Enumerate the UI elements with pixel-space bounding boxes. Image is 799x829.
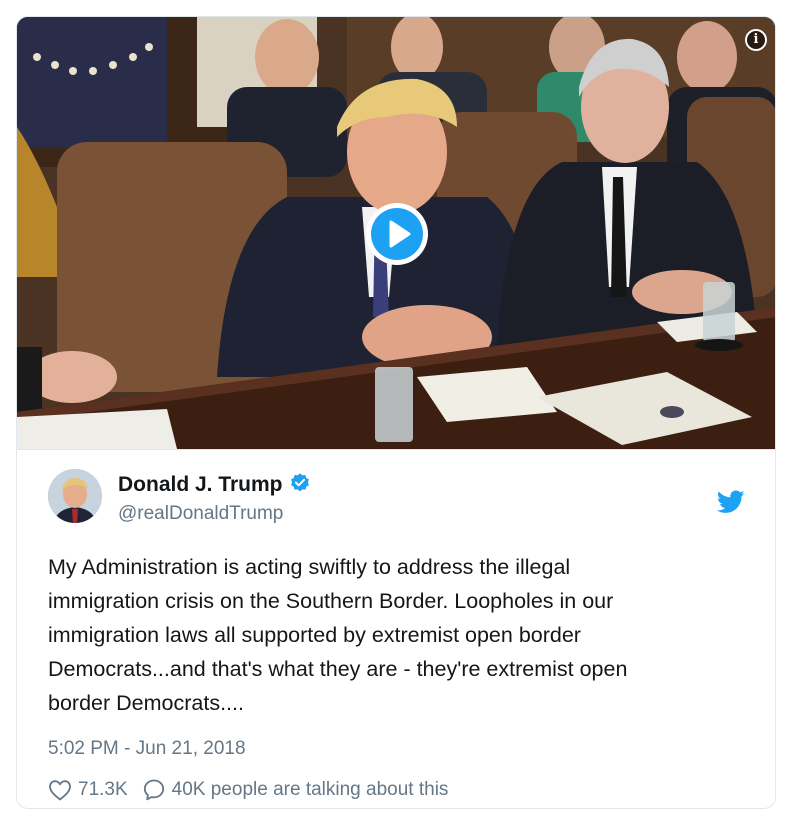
user-handle[interactable]: @realDonaldTrump <box>118 503 283 525</box>
display-name-text: Donald J. Trump <box>118 473 283 496</box>
tweet-text-line: My Administration is acting swiftly to a… <box>48 555 571 579</box>
like-button[interactable]: 71.3K <box>48 779 128 801</box>
play-icon <box>371 208 423 260</box>
heart-icon <box>49 780 71 801</box>
twitter-bird-icon[interactable] <box>717 490 745 514</box>
tweet-card: i Donald J. Trump @realDonaldTrump My Ad… <box>16 16 776 809</box>
tweet-text-line: immigration laws all supported by extrem… <box>48 623 581 647</box>
video-thumbnail[interactable]: i <box>17 17 775 449</box>
info-icon[interactable]: i <box>745 29 767 51</box>
avatar[interactable] <box>48 469 102 523</box>
play-button[interactable] <box>366 203 428 265</box>
tweet-timestamp[interactable]: 5:02 PM - Jun 21, 2018 <box>48 738 246 760</box>
tweet-text: My Administration is acting swiftly to a… <box>48 550 748 720</box>
display-name[interactable]: Donald J. Trump <box>118 472 311 497</box>
like-count: 71.3K <box>78 779 128 800</box>
conversation-link[interactable]: 40K people are talking about this <box>142 778 449 802</box>
speech-bubble-icon <box>143 779 164 801</box>
verified-badge-icon <box>290 473 309 492</box>
tweet-text-line: immigration crisis on the Southern Borde… <box>48 589 614 613</box>
talking-about-text: 40K people are talking about this <box>171 779 449 800</box>
tweet-body: Donald J. Trump @realDonaldTrump My Admi… <box>17 449 775 808</box>
tweet-text-line: Democrats...and that's what they are - t… <box>48 657 628 681</box>
tweet-text-line: border Democrats.... <box>48 691 244 715</box>
tweet-actions: 71.3K 40K people are talking about this <box>48 777 448 803</box>
